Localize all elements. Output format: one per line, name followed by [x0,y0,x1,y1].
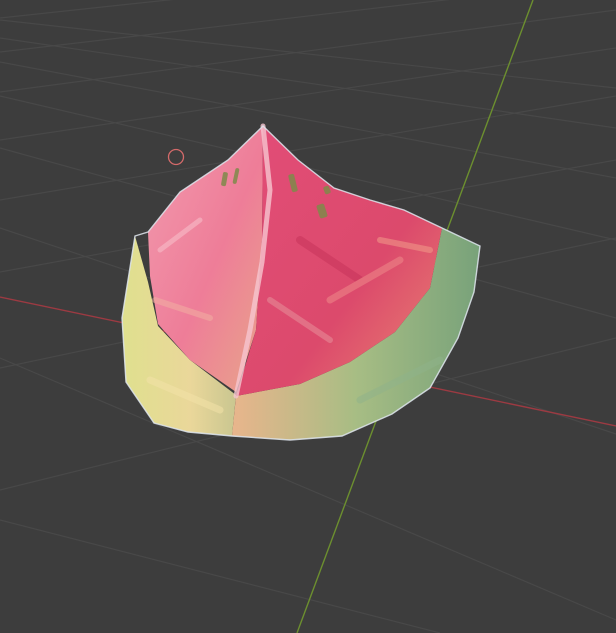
viewport-canvas[interactable] [0,0,616,633]
watermelon-slice-object[interactable] [121,123,481,441]
3d-viewport[interactable] [0,0,616,633]
3d-cursor-icon[interactable] [167,148,185,166]
